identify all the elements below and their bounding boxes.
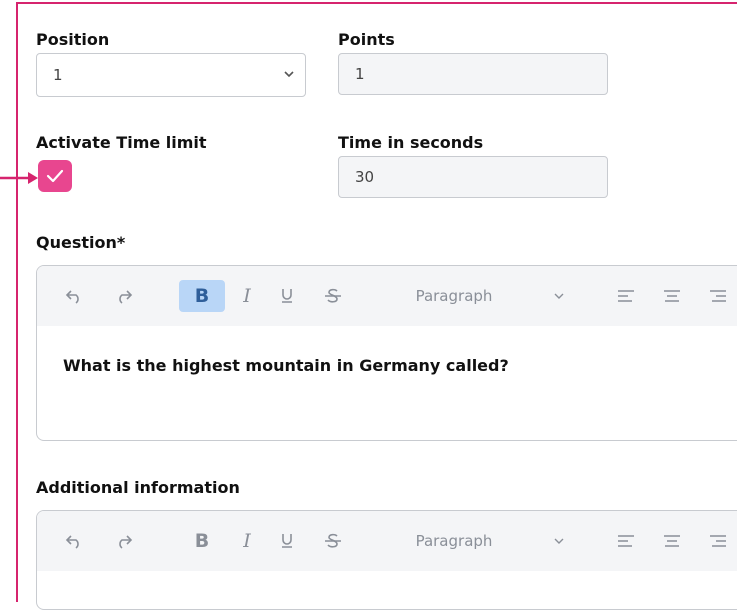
question-label: Question* <box>36 233 126 252</box>
align-center-icon <box>664 290 680 302</box>
underline-icon <box>282 289 292 303</box>
points-value: 1 <box>355 65 365 83</box>
redo-icon <box>119 290 133 304</box>
align-left-button[interactable] <box>615 525 637 557</box>
redo-icon <box>119 535 133 549</box>
align-right-button[interactable] <box>707 280 729 312</box>
chevron-down-icon <box>284 71 294 78</box>
bold-button[interactable]: B <box>179 280 225 312</box>
paragraph-select[interactable]: Paragraph <box>409 280 499 312</box>
undo-button[interactable] <box>61 525 89 557</box>
points-label: Points <box>338 30 395 49</box>
time-seconds-value: 30 <box>355 168 375 186</box>
position-label: Position <box>36 30 110 49</box>
align-right-button[interactable] <box>707 525 729 557</box>
strikethrough-button[interactable] <box>321 525 345 557</box>
question-toolbar: B I Paragraph <box>37 266 737 326</box>
time-limit-label: Activate Time limit <box>36 133 207 152</box>
align-center-icon <box>664 535 680 547</box>
additional-toolbar: B I Paragraph <box>37 511 737 571</box>
align-right-icon <box>710 290 726 302</box>
undo-icon <box>65 290 79 304</box>
paragraph-chevron-button[interactable] <box>549 280 569 312</box>
underline-button[interactable] <box>275 525 299 557</box>
undo-button[interactable] <box>61 280 89 312</box>
additional-info-editor[interactable]: B I Paragraph <box>36 510 737 610</box>
underline-icon <box>282 534 292 548</box>
italic-button[interactable]: I <box>235 280 259 312</box>
strikethrough-button[interactable] <box>321 280 345 312</box>
paragraph-select[interactable]: Paragraph <box>409 525 499 557</box>
underline-button[interactable] <box>275 280 299 312</box>
strikethrough-icon <box>325 288 341 303</box>
bold-button[interactable]: B <box>179 525 225 557</box>
time-seconds-input[interactable]: 30 <box>338 156 608 198</box>
paragraph-chevron-button[interactable] <box>549 525 569 557</box>
checkmark-icon <box>46 169 64 183</box>
redo-button[interactable] <box>109 280 137 312</box>
align-left-button[interactable] <box>615 280 637 312</box>
align-center-button[interactable] <box>661 280 683 312</box>
arrow-pointer-icon <box>0 172 38 184</box>
strikethrough-icon <box>325 533 341 548</box>
undo-icon <box>65 535 79 549</box>
align-center-button[interactable] <box>661 525 683 557</box>
question-editor[interactable]: B I Paragraph What is the highest mounta… <box>36 265 737 441</box>
chevron-down-icon <box>554 538 564 544</box>
align-right-icon <box>710 535 726 547</box>
align-left-icon <box>618 290 634 302</box>
position-select[interactable]: 1 <box>36 53 306 97</box>
align-left-icon <box>618 535 634 547</box>
time-limit-checkbox[interactable] <box>38 160 72 192</box>
additional-info-label: Additional information <box>36 478 240 497</box>
position-value: 1 <box>53 66 63 84</box>
redo-button[interactable] <box>109 525 137 557</box>
question-content[interactable]: What is the highest mountain in Germany … <box>37 326 737 375</box>
points-input[interactable]: 1 <box>338 53 608 95</box>
chevron-down-icon <box>554 293 564 299</box>
italic-button[interactable]: I <box>235 525 259 557</box>
time-seconds-label: Time in seconds <box>338 133 484 152</box>
